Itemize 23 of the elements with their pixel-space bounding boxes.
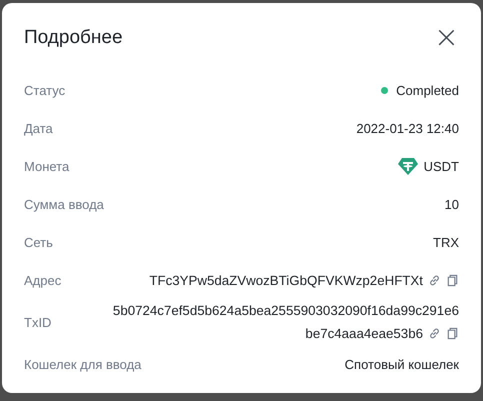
field-label: Статус xyxy=(24,82,66,98)
close-button[interactable]: × xyxy=(434,23,459,53)
field-label: Сумма ввода xyxy=(24,196,104,212)
field-value: 2022-01-23 12:40 xyxy=(356,120,459,136)
field-value: Completed xyxy=(396,82,459,98)
field-label: Кошелек для ввода xyxy=(24,356,142,372)
copy-icon[interactable] xyxy=(446,274,459,286)
coin-icon xyxy=(398,157,418,175)
dialog-title: Подробнее xyxy=(24,27,123,49)
field-label: Дата xyxy=(24,120,53,136)
field-value: TFc3YPw5daZVwozBTiGbQFVKWzp2eHFTXt xyxy=(109,268,459,292)
copy-icon[interactable] xyxy=(446,327,459,340)
field-label: Сеть xyxy=(24,234,53,250)
link-icon[interactable] xyxy=(428,274,441,286)
field-label: Адрес xyxy=(24,272,62,288)
field-label: Монета xyxy=(24,158,70,174)
link-icon[interactable] xyxy=(428,327,441,340)
field-value: 5b0724c7ef5d5b624a5bea2555903032090f16da99c291e6be7c4aaa4eae53b6 xyxy=(112,302,459,343)
field-value: USDT xyxy=(424,158,459,174)
field-value: TRX xyxy=(433,234,459,250)
field-label: TxID xyxy=(24,314,52,330)
field-value: Спотовый кошелек xyxy=(344,356,459,372)
field-value: 10 xyxy=(444,196,459,212)
